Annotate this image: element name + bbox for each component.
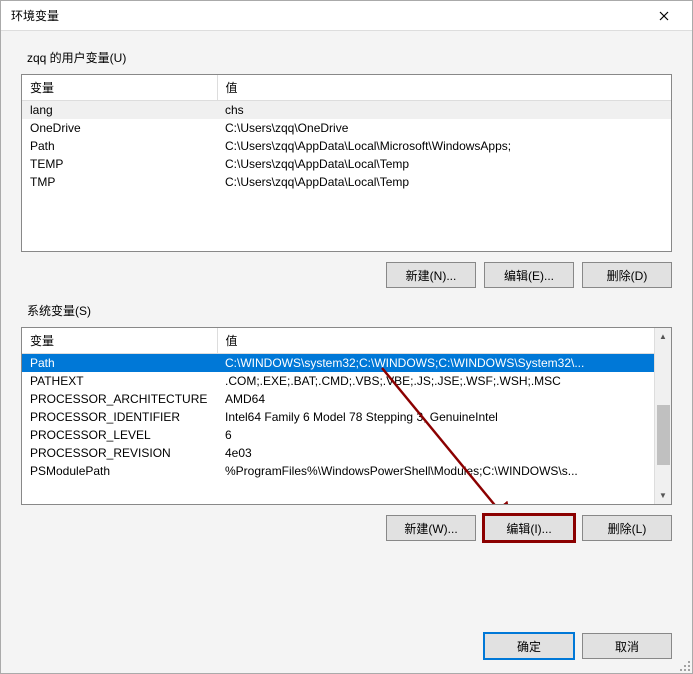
table-row[interactable]: TEMPC:\Users\zqq\AppData\Local\Temp <box>22 155 671 173</box>
cell-val: 4e03 <box>217 444 654 462</box>
user-vars-group: zqq 的用户变量(U) 变量 值 langchsOneDriveC:\User… <box>21 49 672 288</box>
user-vars-buttons: 新建(N)... 编辑(E)... 删除(D) <box>21 262 672 288</box>
cell-var: PSModulePath <box>22 462 217 480</box>
system-vars-group: 系统变量(S) 变量 值 PathC:\WINDOWS\system32;C:\… <box>21 302 672 541</box>
close-icon <box>659 11 669 21</box>
table-row[interactable]: TMPC:\Users\zqq\AppData\Local\Temp <box>22 173 671 191</box>
user-vars-table[interactable]: 变量 值 langchsOneDriveC:\Users\zqq\OneDriv… <box>22 75 671 191</box>
cell-var: Path <box>22 354 217 373</box>
env-vars-dialog: 环境变量 zqq 的用户变量(U) 变量 值 langchsOneDriveC:… <box>0 0 693 674</box>
table-row[interactable]: PathC:\Users\zqq\AppData\Local\Microsoft… <box>22 137 671 155</box>
sys-col-val[interactable]: 值 <box>217 328 654 354</box>
system-delete-button[interactable]: 删除(L) <box>582 515 672 541</box>
scroll-down-icon[interactable]: ▼ <box>655 487 671 504</box>
table-row[interactable]: OneDriveC:\Users\zqq\OneDrive <box>22 119 671 137</box>
dialog-title: 环境变量 <box>11 7 59 24</box>
cell-val: chs <box>217 101 671 120</box>
scroll-up-icon[interactable]: ▲ <box>655 328 671 345</box>
user-new-button[interactable]: 新建(N)... <box>386 262 476 288</box>
cell-val: C:\Users\zqq\AppData\Local\Temp <box>217 173 671 191</box>
cell-var: TMP <box>22 173 217 191</box>
table-row[interactable]: PATHEXT.COM;.EXE;.BAT;.CMD;.VBS;.VBE;.JS… <box>22 372 654 390</box>
table-row[interactable]: PROCESSOR_ARCHITECTUREAMD64 <box>22 390 654 408</box>
titlebar: 环境变量 <box>1 1 692 31</box>
sys-col-var[interactable]: 变量 <box>22 328 217 354</box>
user-delete-button[interactable]: 删除(D) <box>582 262 672 288</box>
user-vars-label: zqq 的用户变量(U) <box>27 49 672 66</box>
cell-var: PROCESSOR_IDENTIFIER <box>22 408 217 426</box>
resize-grip-icon[interactable] <box>679 660 691 672</box>
table-row[interactable]: PathC:\WINDOWS\system32;C:\WINDOWS;C:\WI… <box>22 354 654 373</box>
cell-var: TEMP <box>22 155 217 173</box>
user-col-var[interactable]: 变量 <box>22 75 217 101</box>
cell-val: Intel64 Family 6 Model 78 Stepping 3, Ge… <box>217 408 654 426</box>
scroll-thumb[interactable] <box>657 405 670 465</box>
table-row[interactable]: PROCESSOR_REVISION4e03 <box>22 444 654 462</box>
cell-val: C:\Users\zqq\OneDrive <box>217 119 671 137</box>
dialog-body: zqq 的用户变量(U) 变量 值 langchsOneDriveC:\User… <box>1 31 692 623</box>
close-button[interactable] <box>644 3 684 29</box>
cell-var: PROCESSOR_REVISION <box>22 444 217 462</box>
table-row[interactable]: PSModulePath%ProgramFiles%\WindowsPowerS… <box>22 462 654 480</box>
dialog-footer: 确定 取消 <box>1 623 692 673</box>
cell-var: PATHEXT <box>22 372 217 390</box>
table-row[interactable]: PROCESSOR_IDENTIFIERIntel64 Family 6 Mod… <box>22 408 654 426</box>
cell-val: AMD64 <box>217 390 654 408</box>
cell-val: 6 <box>217 426 654 444</box>
cell-var: PROCESSOR_LEVEL <box>22 426 217 444</box>
cell-val: C:\Users\zqq\AppData\Local\Temp <box>217 155 671 173</box>
ok-button[interactable]: 确定 <box>484 633 574 659</box>
system-new-button[interactable]: 新建(W)... <box>386 515 476 541</box>
system-scrollbar[interactable]: ▲ ▼ <box>654 328 671 504</box>
table-row[interactable]: PROCESSOR_LEVEL6 <box>22 426 654 444</box>
cancel-button[interactable]: 取消 <box>582 633 672 659</box>
user-edit-button[interactable]: 编辑(E)... <box>484 262 574 288</box>
cell-var: Path <box>22 137 217 155</box>
cell-var: PROCESSOR_ARCHITECTURE <box>22 390 217 408</box>
system-vars-table-wrap: 变量 值 PathC:\WINDOWS\system32;C:\WINDOWS;… <box>21 327 672 505</box>
system-vars-label: 系统变量(S) <box>27 302 672 319</box>
system-edit-button[interactable]: 编辑(I)... <box>484 515 574 541</box>
cell-val: C:\WINDOWS\system32;C:\WINDOWS;C:\WINDOW… <box>217 354 654 373</box>
user-col-val[interactable]: 值 <box>217 75 671 101</box>
cell-val: C:\Users\zqq\AppData\Local\Microsoft\Win… <box>217 137 671 155</box>
user-vars-table-wrap: 变量 值 langchsOneDriveC:\Users\zqq\OneDriv… <box>21 74 672 252</box>
cell-var: OneDrive <box>22 119 217 137</box>
system-vars-buttons: 新建(W)... 编辑(I)... 删除(L) <box>21 515 672 541</box>
table-row[interactable]: langchs <box>22 101 671 120</box>
cell-val: %ProgramFiles%\WindowsPowerShell\Modules… <box>217 462 654 480</box>
system-vars-table[interactable]: 变量 值 PathC:\WINDOWS\system32;C:\WINDOWS;… <box>22 328 654 480</box>
cell-var: lang <box>22 101 217 120</box>
cell-val: .COM;.EXE;.BAT;.CMD;.VBS;.VBE;.JS;.JSE;.… <box>217 372 654 390</box>
